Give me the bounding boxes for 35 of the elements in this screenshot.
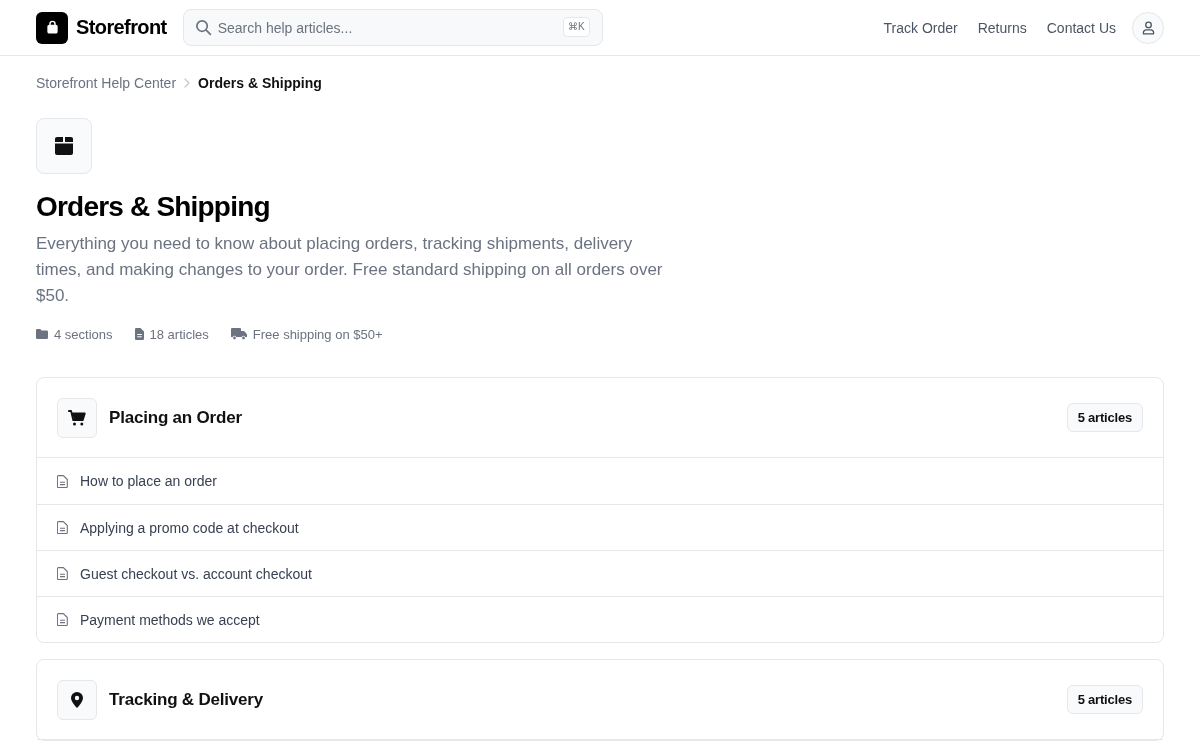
document-icon [57, 521, 68, 534]
cart-icon [57, 397, 97, 438]
breadcrumb-link[interactable]: Storefront Help Center [36, 75, 177, 91]
search-icon [194, 19, 212, 36]
shipping-note: Free shipping on $50+ [252, 326, 383, 342]
user-icon [1141, 20, 1155, 35]
article-count: 18 articles [149, 326, 209, 342]
nav-link[interactable]: Returns [977, 19, 1027, 36]
section-count: 4 sections [54, 326, 113, 342]
chevron-right-icon [184, 78, 191, 88]
package-icon [36, 118, 92, 174]
page-title: Orders & Shipping [36, 190, 270, 224]
shopping-bag-logo-icon [36, 11, 68, 44]
section-title: Placing an Order [109, 407, 242, 428]
nav-link[interactable]: Track Order [883, 19, 958, 36]
account-button[interactable] [1132, 11, 1164, 44]
keyboard-shortcut: ⌘K [563, 17, 590, 37]
section-title: Tracking & Delivery [109, 689, 263, 710]
document-icon [57, 567, 68, 580]
article-link[interactable]: Guest checkout vs. account checkout [80, 565, 312, 582]
folder-icon [36, 329, 48, 339]
truck-icon [230, 328, 247, 340]
map-pin-icon [57, 679, 97, 720]
article-link[interactable]: Applying a promo code at checkout [80, 519, 299, 536]
article-count-badge: 5 articles [1066, 403, 1143, 432]
article-link[interactable]: How to place an order [80, 473, 217, 489]
article-count-badge: 5 articles [1066, 685, 1143, 714]
document-icon [134, 328, 144, 340]
nav-link[interactable]: Contact Us [1046, 19, 1116, 36]
category-description: Everything you need to know about placing orders, tracking shipments, delivery times, and making changes to your order. Free standard shipping on all orders over $50. [36, 233, 664, 307]
document-icon [57, 613, 68, 626]
brand-name[interactable]: Storefront [76, 16, 167, 39]
breadcrumb-link[interactable]: Orders & Shipping [198, 75, 322, 91]
document-icon [57, 474, 68, 488]
article-link[interactable]: Payment methods we accept [80, 611, 260, 628]
